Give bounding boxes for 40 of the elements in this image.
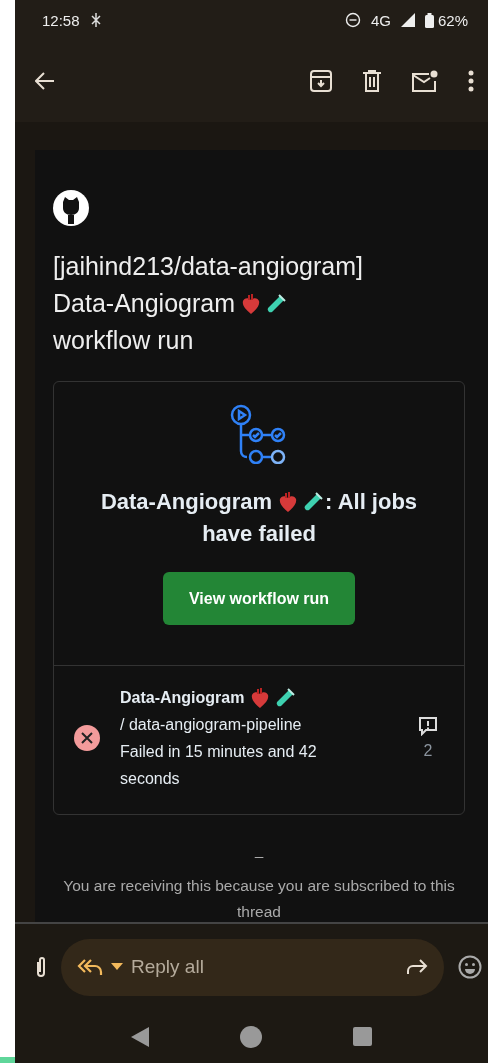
- subscription-notice: You are receiving this because you are subscribed to this thread: [62, 876, 456, 922]
- cat-logo-icon: [53, 190, 89, 226]
- job-name: / data-angiogram-pipeline: [120, 715, 302, 735]
- forward-arrow-icon[interactable]: [406, 959, 428, 975]
- more-options-icon[interactable]: [468, 70, 474, 92]
- reply-all-icon[interactable]: [77, 958, 103, 976]
- clock: 12:58: [42, 11, 80, 29]
- battery-percent: 62%: [437, 11, 468, 29]
- archive-icon[interactable]: [310, 70, 332, 92]
- network-type: 4G: [370, 11, 391, 29]
- heart-icon: [241, 292, 262, 315]
- home-circle-icon[interactable]: [240, 1025, 262, 1048]
- dropdown-caret-icon[interactable]: [111, 963, 123, 971]
- job-duration: Failed in 15 minutes and 42 seconds: [120, 742, 318, 789]
- separator: –: [254, 846, 264, 866]
- composer-bar[interactable]: Reply all: [61, 938, 444, 996]
- heading-text: : All jobs: [325, 488, 418, 516]
- back-triangle-icon[interactable]: [130, 1026, 149, 1047]
- heading-text: Data-Angiogram: [100, 488, 272, 516]
- annotation-icon: [418, 716, 438, 736]
- heart-icon: [278, 491, 298, 513]
- subject-text: workflow run: [53, 325, 194, 356]
- emoji-icon[interactable]: [458, 955, 482, 979]
- workflow-name: Data-Angiogram: [120, 688, 245, 708]
- trash-icon[interactable]: [362, 70, 382, 92]
- recents-square-icon[interactable]: [353, 1027, 373, 1046]
- subject-text: Data-Angiogram: [53, 288, 236, 319]
- unread-mail-icon[interactable]: [412, 70, 438, 92]
- subject-text: [jaihind213/data-angiogram]: [53, 251, 363, 282]
- do-not-disturb-icon: [344, 12, 361, 28]
- paperclip-icon[interactable]: [35, 956, 47, 978]
- view-workflow-run-button[interactable]: View workflow run: [162, 572, 356, 625]
- battery-icon: [424, 12, 434, 28]
- heart-icon: [250, 686, 271, 709]
- back-arrow-icon[interactable]: [35, 72, 55, 90]
- reply-field[interactable]: Reply all: [131, 956, 398, 978]
- screen-edge-marker: [0, 1057, 15, 1063]
- annotation-count: 2: [423, 742, 433, 760]
- heading-text: have failed: [202, 520, 316, 548]
- signal-icon: [400, 13, 415, 27]
